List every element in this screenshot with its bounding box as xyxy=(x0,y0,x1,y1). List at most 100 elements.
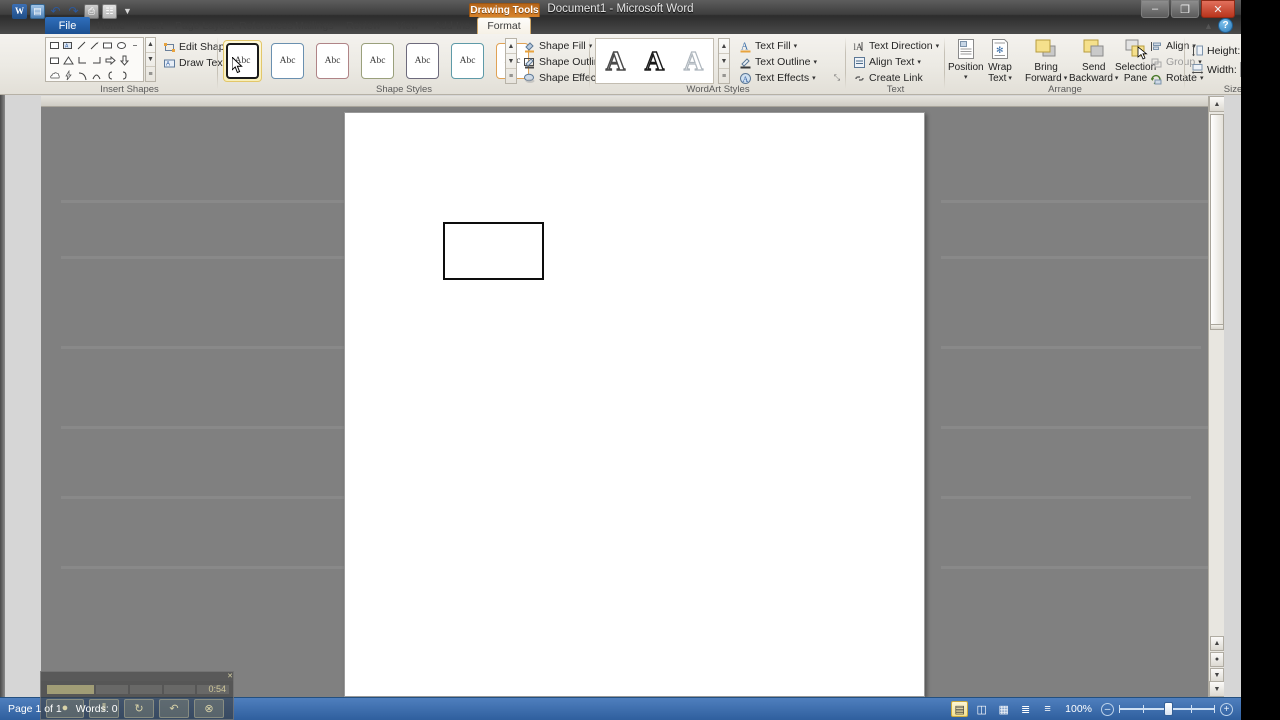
tab-home[interactable]: Home xyxy=(90,17,132,34)
text-direction-button[interactable]: lA Text Direction ▾ xyxy=(852,39,939,53)
web-layout-view-icon[interactable]: ▦ xyxy=(995,701,1012,717)
shape-styles-more-icon[interactable]: ≡ xyxy=(506,69,516,83)
zoom-slider[interactable] xyxy=(1119,702,1215,716)
rectangle-shape[interactable] xyxy=(443,222,544,280)
shape-style-item-3[interactable]: Abc xyxy=(358,40,397,82)
shape-styles-scroll[interactable]: ▲ ▼ ≡ xyxy=(505,38,517,84)
align-text-button[interactable]: Align Text ▾ xyxy=(852,55,921,69)
help-icon[interactable]: ? xyxy=(1218,18,1233,33)
shape-text-box-icon[interactable]: A xyxy=(61,39,73,52)
shapes-more-icon[interactable]: ≡ xyxy=(146,67,155,81)
scroll-thumb[interactable] xyxy=(1210,114,1224,329)
close-button[interactable]: ✕ xyxy=(1201,0,1235,18)
shape-styles-gallery[interactable]: Abc Abc Abc Abc Abc Abc Abc xyxy=(223,38,532,84)
shape-arrow-down-icon[interactable] xyxy=(118,54,131,67)
vertical-scrollbar[interactable]: ▲ ▲ ● ▼ ▼ xyxy=(1208,96,1224,697)
tab-insert[interactable]: Insert xyxy=(130,17,170,34)
shape-rectangle-icon[interactable] xyxy=(48,39,60,52)
shape-triangle-icon[interactable] xyxy=(62,54,75,67)
text-effects-caret-icon[interactable]: ▾ xyxy=(812,75,816,82)
shape-rectangle-3-icon[interactable] xyxy=(48,54,61,67)
bring-forward-button[interactable]: Bring Forward ▾ xyxy=(1025,36,1067,84)
print-layout-view-icon[interactable]: ▤ xyxy=(951,701,969,717)
text-effects-button[interactable]: A Text Effects ▾ xyxy=(738,71,816,85)
full-screen-reading-view-icon[interactable]: ◫ xyxy=(973,701,990,717)
shape-elbow-connector-2-icon[interactable] xyxy=(90,54,103,67)
recorder-title-bar[interactable]: ✕ xyxy=(41,672,233,681)
text-fill-caret-icon[interactable]: ▾ xyxy=(794,43,798,50)
document-page[interactable] xyxy=(344,112,925,697)
align-text-caret-icon[interactable]: ▾ xyxy=(917,59,921,66)
shapes-scroll-up-icon[interactable]: ▲ xyxy=(146,38,155,53)
shape-brace-left-icon[interactable] xyxy=(104,69,117,82)
zoom-in-button[interactable]: + xyxy=(1220,702,1233,716)
shape-styles-dialog-launcher[interactable]: ⤡ xyxy=(576,73,586,83)
page-info[interactable]: Page 1 of 1 xyxy=(8,703,62,715)
create-link-button[interactable]: Create Link xyxy=(852,71,923,85)
outline-view-icon[interactable]: ≣ xyxy=(1017,701,1034,717)
collapse-ribbon-icon[interactable]: ▲ xyxy=(1202,20,1215,32)
shape-style-item-4[interactable]: Abc xyxy=(403,40,442,82)
recorder-close-icon[interactable]: ✕ xyxy=(227,672,233,680)
tab-view[interactable]: View xyxy=(389,17,426,34)
shape-style-item-5[interactable]: Abc xyxy=(448,40,487,82)
wordart-style-thumb-0[interactable]: A xyxy=(596,39,635,83)
refresh-button[interactable]: ↻ xyxy=(124,698,154,718)
shape-brace-right-icon[interactable] xyxy=(118,69,131,82)
shape-lightning-icon[interactable] xyxy=(62,69,75,82)
shape-width-input[interactable]: 1.46" xyxy=(1239,62,1241,77)
shapes-gallery[interactable]: A xyxy=(45,37,144,82)
stop-button[interactable]: ⊗ xyxy=(194,698,224,718)
restore-button[interactable]: ❐ xyxy=(1171,0,1199,18)
text-direction-caret-icon[interactable]: ▾ xyxy=(936,43,940,50)
shape-arc-icon[interactable] xyxy=(90,69,103,82)
shape-line-arrow-icon[interactable] xyxy=(88,39,100,52)
wrap-text-caret-icon[interactable]: ▾ xyxy=(1008,75,1012,82)
shape-style-item-2[interactable]: Abc xyxy=(313,40,352,82)
text-fill-button[interactable]: A Text Fill ▾ xyxy=(738,39,797,53)
word-count[interactable]: Words: 0 xyxy=(76,703,118,715)
wordart-scroll-down-icon[interactable]: ▼ xyxy=(719,54,729,69)
tab-add-ins[interactable]: Add-Ins xyxy=(427,17,477,34)
wordart-more-icon[interactable]: ≡ xyxy=(719,69,729,83)
shape-fill-button[interactable]: Shape Fill ▾ xyxy=(522,39,592,53)
wordart-styles-gallery[interactable]: A A A xyxy=(595,38,714,84)
wordart-styles-scroll[interactable]: ▲ ▼ ≡ xyxy=(718,38,730,84)
send-backward-button[interactable]: Send Backward ▾ xyxy=(1069,36,1118,84)
shape-arrow-right-icon[interactable] xyxy=(104,54,117,67)
tab-file[interactable]: File xyxy=(45,17,90,34)
wordart-style-thumb-2[interactable]: A xyxy=(674,39,713,83)
text-outline-button[interactable]: Text Outline ▾ xyxy=(738,55,817,69)
wordart-style-thumb-1[interactable]: A xyxy=(635,39,674,83)
draft-view-icon[interactable]: ≡ xyxy=(1039,701,1056,717)
zoom-level-label[interactable]: 100% xyxy=(1065,703,1092,715)
minimize-button[interactable]: – xyxy=(1141,0,1169,18)
bring-forward-caret-icon[interactable]: ▾ xyxy=(1064,75,1068,82)
shapes-gallery-scroll[interactable]: ▲ ▼ ≡ xyxy=(145,37,156,82)
shape-styles-scroll-up-icon[interactable]: ▲ xyxy=(506,39,516,54)
wordart-scroll-up-icon[interactable]: ▲ xyxy=(719,39,729,54)
shape-oval-icon[interactable] xyxy=(115,39,127,52)
zoom-slider-thumb[interactable] xyxy=(1164,702,1173,716)
zoom-out-button[interactable]: – xyxy=(1101,702,1114,716)
shape-line-icon[interactable] xyxy=(75,39,87,52)
split-bar-handle[interactable] xyxy=(1210,324,1224,330)
shape-elbow-connector-icon[interactable] xyxy=(76,54,89,67)
position-caret-icon[interactable]: ▾ xyxy=(964,74,968,81)
select-browse-object-button[interactable]: ● xyxy=(1210,652,1224,667)
previous-page-button[interactable]: ▲ xyxy=(1210,636,1224,651)
scroll-down-button[interactable]: ▼ xyxy=(1209,681,1224,697)
shape-style-item-1[interactable]: Abc xyxy=(268,40,307,82)
shapes-scroll-down-icon[interactable]: ▼ xyxy=(146,53,155,68)
position-button[interactable]: Position ▾ xyxy=(948,36,984,81)
shape-curve-icon[interactable] xyxy=(76,69,89,82)
tab-page-layout[interactable]: Page Layout xyxy=(168,17,241,34)
shape-rectangle-2-icon[interactable] xyxy=(102,39,114,52)
undo-button[interactable]: ↶ xyxy=(159,698,189,718)
ruler[interactable] xyxy=(41,96,1224,107)
shape-cloud-icon[interactable] xyxy=(48,69,61,82)
tab-mailings[interactable]: Mailings xyxy=(288,17,341,34)
shape-styles-scroll-down-icon[interactable]: ▼ xyxy=(506,54,516,69)
text-outline-caret-icon[interactable]: ▾ xyxy=(813,59,817,66)
tab-review[interactable]: Review xyxy=(339,17,387,34)
